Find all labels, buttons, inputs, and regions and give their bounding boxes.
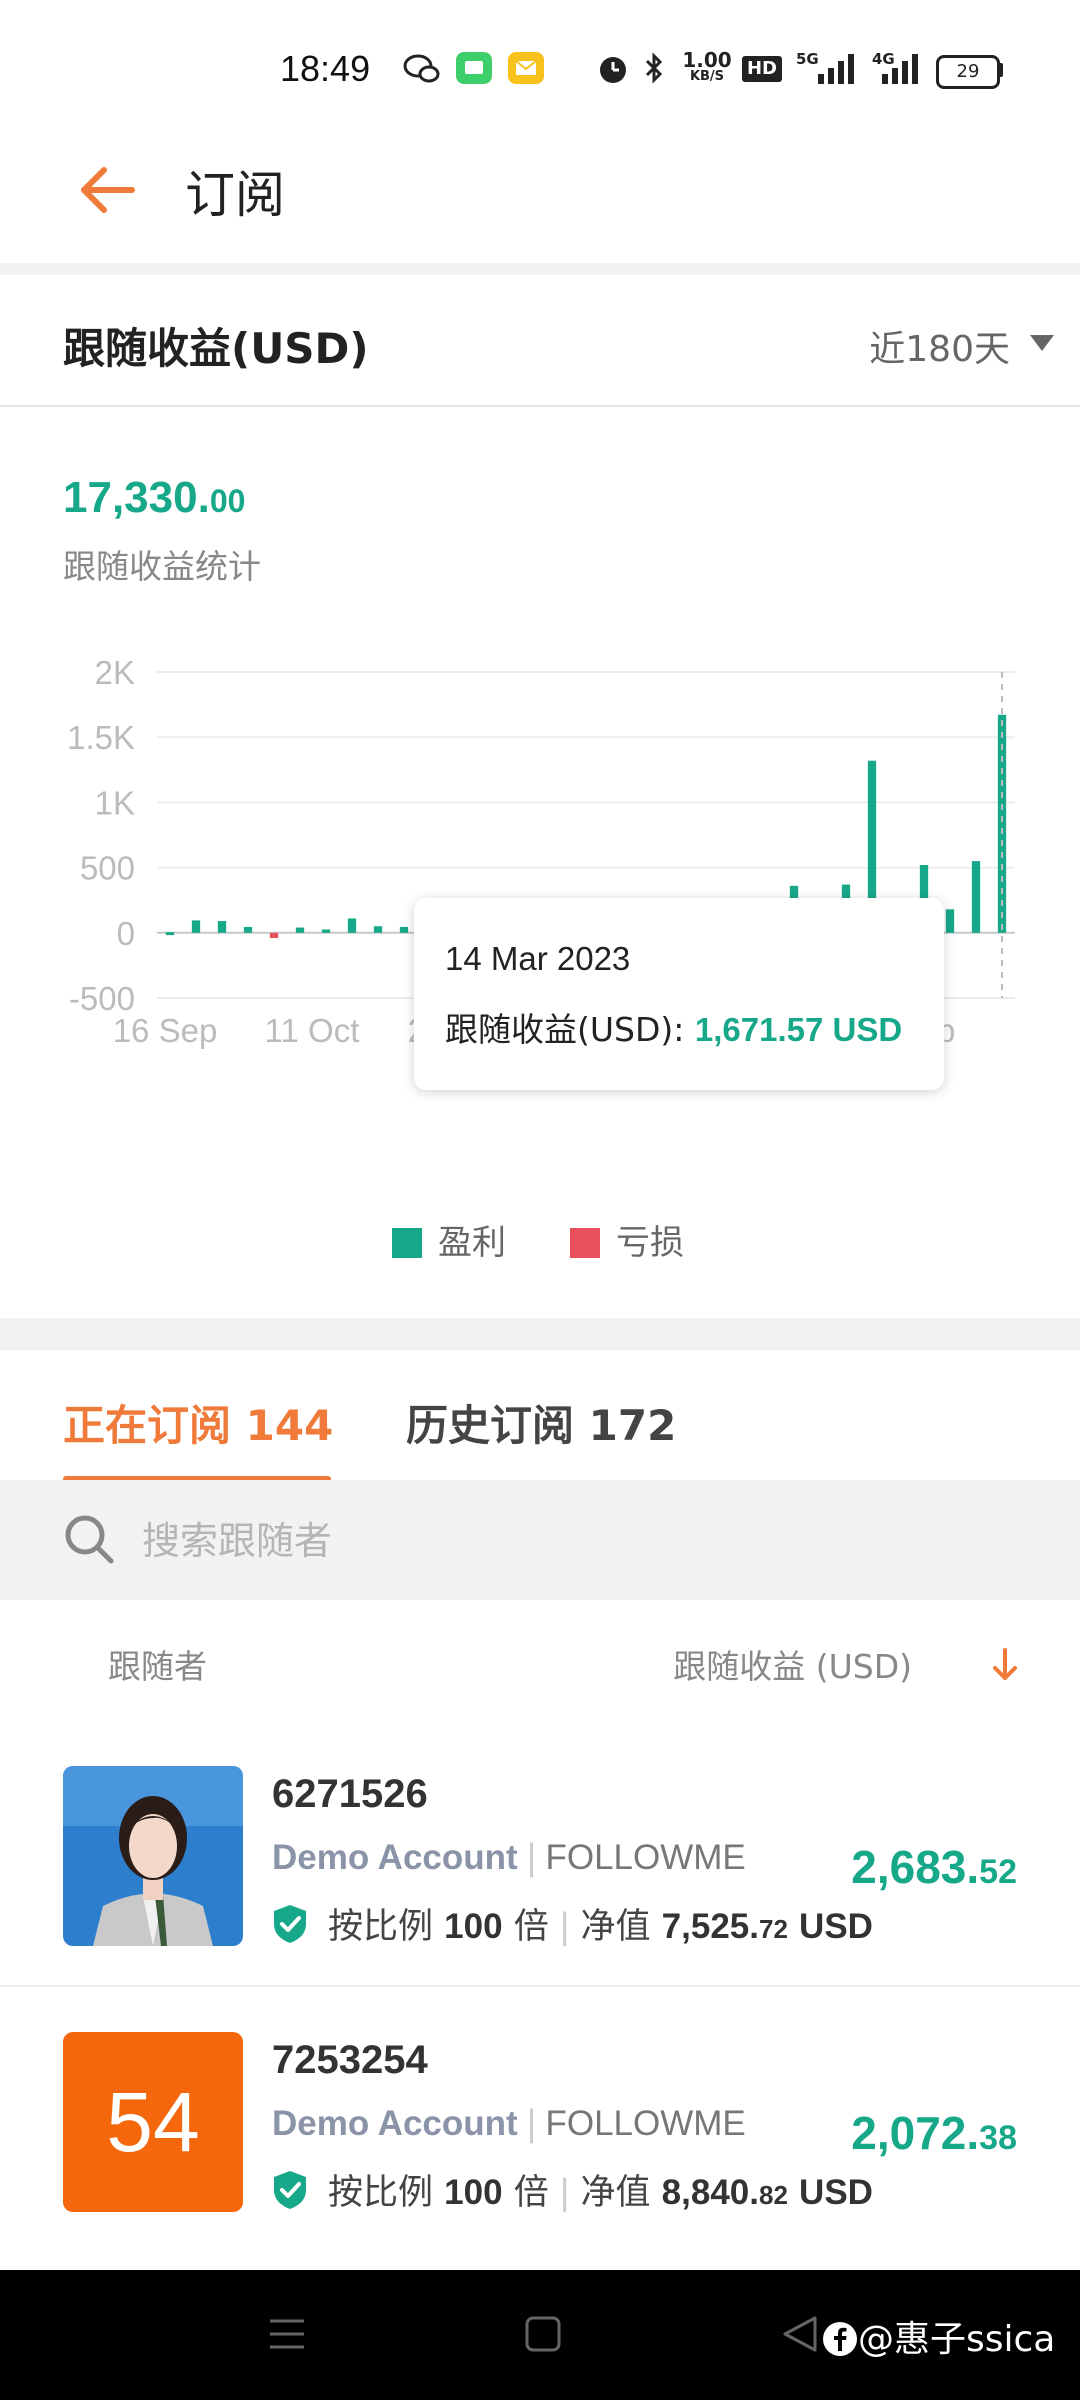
x-tick-label: 11 Oct [265,1012,360,1049]
y-tick-label: 0 [117,915,135,952]
total-earnings-label: 跟随收益统计 [63,547,261,586]
app-bar: 订阅 [0,115,1080,263]
x-tick-label: 16 Sep [113,1012,218,1049]
menu-icon[interactable] [268,2315,306,2353]
wechat-icon [403,54,440,83]
earnings-header: 跟随收益(USD) 近180天 [0,275,1080,407]
chart-bar [971,861,981,933]
chart-bar [321,929,331,933]
column-earnings[interactable]: 跟随收益 (USD) [673,1640,912,1688]
message-app-icon [456,52,492,84]
column-header: 跟随者 跟随收益 (USD) [0,1600,1080,1720]
bluetooth-icon [645,52,663,84]
total-earnings: 17,330.00 [63,473,246,522]
account-info: Demo Account | FOLLOWME [272,2104,746,2144]
back-nav-icon[interactable] [782,2315,818,2353]
search-icon [65,1515,114,1564]
system-nav-bar: @惠子ssica [0,2270,1080,2400]
earnings-heading: 跟随收益(USD) [63,324,369,373]
home-icon[interactable] [524,2315,562,2353]
legend-profit-swatch [392,1228,422,1258]
network-speed: 1.00 KB/S [682,48,732,84]
chart-legend: 盈利 亏损 [0,1215,1080,1265]
chart-tooltip: 14 Mar 2023 跟随收益(USD): 1,671.57 USD [414,898,944,1090]
follower-meta: 按比例 100 倍 | 净值 8,840.82 USD [272,2164,873,2215]
follower-id: 7253254 [272,2038,428,2082]
follower-row[interactable]: 54 7253254 Demo Account | FOLLOWME 2,072.3… [0,1986,1080,2251]
hd-badge: HD [742,56,782,82]
battery-tip [998,63,1003,77]
earnings-card: 跟随收益(USD) 近180天 17,330.00 跟随收益统计 2K 1.5K 1… [0,275,1080,1318]
avatar-photo [63,1766,243,1946]
followers-card: 正在订阅 144 历史订阅 172 跟随者 跟随收益 (USD) [0,1350,1080,2270]
alarm-icon [600,57,626,83]
tooltip-date: 14 Mar 2023 [445,940,631,977]
chart-bar [191,920,201,933]
y-tick-label: 2K [95,654,135,691]
account-info: Demo Account | FOLLOWME [272,1838,746,1878]
dropdown-triangle-icon[interactable] [1030,335,1054,351]
follower-earnings: 2,683.52 [851,1841,1017,1893]
watermark: @惠子ssica [822,2310,1055,2362]
y-tick-label: 1K [95,784,135,821]
follower-meta: 按比例 100 倍 | 净值 7,525.72 USD [272,1898,873,1949]
follower-row[interactable]: 6271526 Demo Account | FOLLOWME 2,683.52 按… [0,1720,1080,1987]
battery-icon: 29 [936,55,1000,89]
range-selector[interactable]: 近180天 [869,320,1010,372]
chart-bar [217,921,227,933]
tooltip-value: 跟随收益(USD): 1,671.57 USD [445,1010,903,1049]
chart-bar [243,926,253,933]
signal-5g-icon [818,54,854,84]
back-arrow-icon[interactable] [78,160,138,220]
follower-id: 6271526 [272,1772,428,1816]
tab-history-subscriptions[interactable]: 历史订阅 172 [406,1392,676,1453]
chart-bar [347,918,357,933]
subscription-tabs: 正在订阅 144 历史订阅 172 [0,1350,1080,1482]
legend-loss-swatch [570,1228,600,1258]
chart-bar [165,932,175,936]
avatar: 54 [63,2032,243,2212]
search-input[interactable] [140,1508,944,1574]
y-tick-label: 500 [80,850,135,887]
facebook-logo-icon [823,2322,857,2356]
legend-loss: 亏损 [570,1215,684,1264]
search-bar [0,1480,1080,1600]
follower-earnings: 2,072.38 [851,2107,1017,2159]
chart-bar [373,926,383,933]
page-title: 订阅 [185,166,285,224]
verified-shield-icon [274,2171,306,2209]
verified-shield-icon [274,1905,306,1943]
chart-bar [399,926,409,933]
chart-bar [945,909,955,933]
status-bar: 18:49 1.00 KB/S HD 5G 4G 29 [0,0,1080,115]
signal-4g-icon [882,54,918,84]
mail-app-icon [508,52,544,84]
y-tick-label: 1.5K [67,719,135,756]
avatar [63,1766,243,1946]
sort-descending-icon[interactable] [985,1644,1025,1684]
tab-active-subscriptions[interactable]: 正在订阅 144 [63,1392,333,1453]
column-follower: 跟随者 [108,1647,207,1686]
status-time: 18:49 [280,48,371,89]
battery-level: 29 [956,61,980,82]
chart-bar [269,932,279,939]
legend-profit: 盈利 [392,1215,506,1264]
chart-bar [295,927,305,933]
